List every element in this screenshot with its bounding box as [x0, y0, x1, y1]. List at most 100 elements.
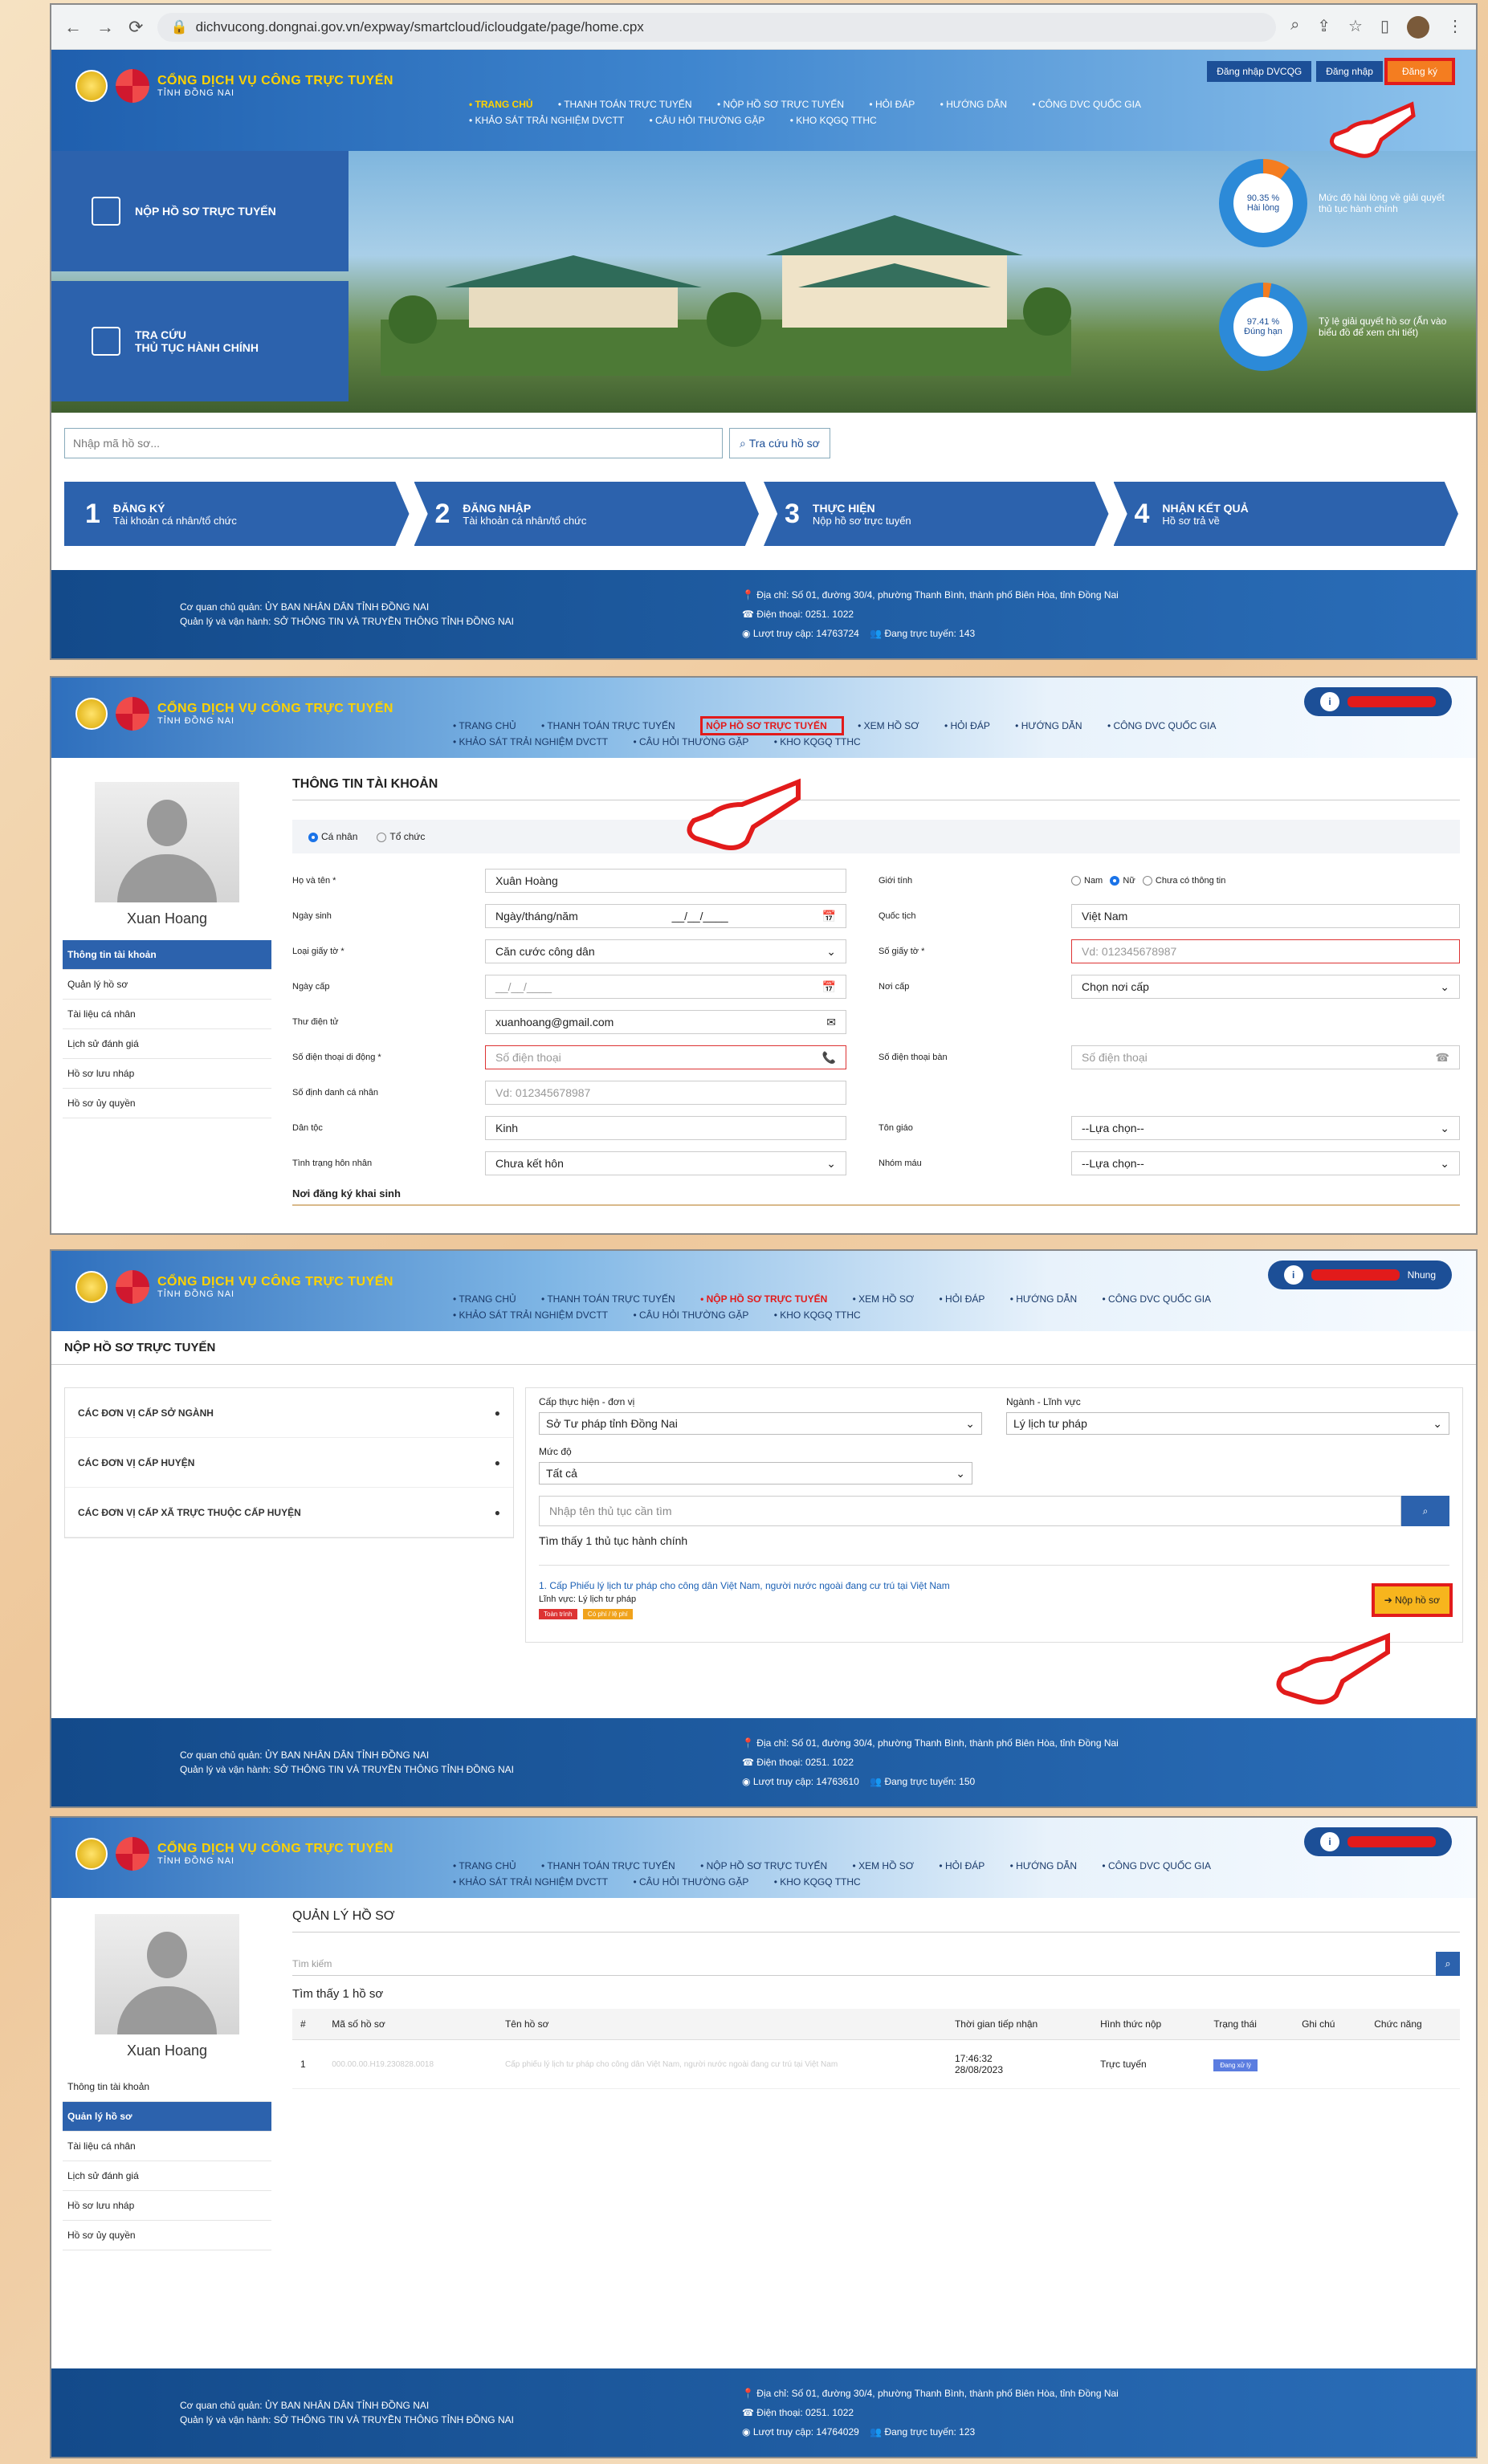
nav-manage-records[interactable]: Quản lý hồ sơ — [63, 970, 271, 1000]
menu-faq[interactable]: • HỎI ĐÁP — [939, 1293, 996, 1305]
resolution-stat[interactable]: 97.41 % Đúng hạn Tỷ lệ giải quyết hồ sơ (… — [1219, 283, 1460, 371]
menu-guide[interactable]: • HƯỚNG DẪN — [1010, 1860, 1088, 1871]
lookup-procedures-tile[interactable]: TRA CỨU THỦ TỤC HÀNH CHÍNH — [51, 281, 349, 401]
nav-manage-records[interactable]: Quản lý hồ sơ — [63, 2102, 271, 2132]
mobile-field[interactable]: Số điện thoại 📞 — [485, 1045, 846, 1069]
menu-questions[interactable]: • CÂU HỎI THƯỜNG GẶP — [633, 1876, 760, 1888]
menu-guide[interactable]: • HƯỚNG DẪN — [940, 99, 1018, 110]
menu-home[interactable]: • TRANG CHỦ — [453, 720, 528, 731]
table-row[interactable]: 1 000.00.00.H19.230828.0018 Cấp phiếu lý… — [292, 2039, 1460, 2089]
nav-documents[interactable]: Tài liệu cá nhân — [63, 2132, 271, 2161]
nationality-field[interactable]: Việt Nam — [1071, 904, 1460, 928]
menu-guide[interactable]: • HƯỚNG DẪN — [1010, 1293, 1088, 1305]
menu-submit[interactable]: • NỘP HỒ SƠ TRỰC TUYẾN — [700, 1293, 838, 1305]
menu-submit[interactable]: NỘP HỒ SƠ TRỰC TUYẾN — [700, 716, 844, 735]
user-menu[interactable]: i Nhung — [1267, 1261, 1452, 1289]
profile-avatar[interactable] — [1407, 15, 1429, 39]
blood-type-select[interactable]: --Lựa chọn-- ⌄ — [1071, 1151, 1460, 1175]
personal-id-field[interactable]: Vd: 012345678987 — [485, 1081, 846, 1105]
org-radio[interactable]: Tổ chức — [377, 831, 425, 842]
user-menu[interactable]: i — [1304, 687, 1452, 716]
menu-payment[interactable]: • THANH TOÁN TRỰC TUYẾN — [541, 1293, 687, 1305]
menu-national[interactable]: • CÔNG DVC QUỐC GIA — [1102, 1293, 1222, 1305]
record-code-input[interactable]: Nhập mã hồ sơ... — [64, 428, 723, 458]
nav-drafts[interactable]: Hồ sơ lưu nháp — [63, 1059, 271, 1089]
menu-results[interactable]: • KHO KQGQ TTHC — [774, 736, 872, 747]
sidepanel-icon[interactable]: ▯ — [1380, 16, 1389, 39]
field-select[interactable]: Lý lịch tư pháp ⌄ — [1006, 1412, 1449, 1435]
menu-guide[interactable]: • HƯỚNG DẪN — [1015, 720, 1093, 731]
site-logo[interactable]: CỔNG DỊCH VỤ CÔNG TRỰC TUYẾN TỈNH ĐỒNG NA… — [75, 1270, 393, 1304]
submit-online-tile[interactable]: NỘP HỒ SƠ TRỰC TUYẾN — [51, 151, 349, 271]
nav-documents[interactable]: Tài liệu cá nhân — [63, 1000, 271, 1029]
degree-select[interactable]: Tất cả ⌄ — [539, 1462, 972, 1485]
menu-national[interactable]: • CÔNG DVC QUỐC GIA — [1107, 720, 1228, 731]
nav-account-info[interactable]: Thông tin tài khoản — [63, 2072, 271, 2102]
id-number-field[interactable]: Vd: 012345678987 — [1071, 939, 1460, 963]
menu-submit[interactable]: • NỘP HỒ SƠ TRỰC TUYẾN — [700, 1860, 838, 1871]
menu-payment[interactable]: • THANH TOÁN TRỰC TUYẾN — [541, 720, 687, 731]
star-icon[interactable]: ☆ — [1348, 16, 1363, 39]
login-button[interactable]: Đăng nhập — [1316, 61, 1383, 82]
menu-survey[interactable]: • KHẢO SÁT TRẢI NGHIỆM DVCTT — [469, 115, 635, 126]
nav-drafts[interactable]: Hồ sơ lưu nháp — [63, 2191, 271, 2221]
unit-commune[interactable]: CÁC ĐƠN VỊ CẤP XÃ TRỰC THUỘC CẤP HUYỆN ● — [65, 1488, 513, 1537]
search-button[interactable]: ⌕ — [1436, 1952, 1460, 1976]
menu-view[interactable]: • XEM HỒ SƠ — [858, 720, 931, 731]
menu-questions[interactable]: • CÂU HỎI THƯỜNG GẶP — [633, 736, 760, 747]
nav-ratings[interactable]: Lịch sử đánh giá — [63, 2161, 271, 2191]
share-icon[interactable]: ⇪ — [1317, 16, 1331, 39]
menu-home[interactable]: • TRANG CHỦ — [453, 1860, 528, 1871]
menu-submit[interactable]: • NỘP HỒ SƠ TRỰC TUYẾN — [717, 99, 855, 110]
submit-record-button[interactable]: ➔ Nộp hồ sơ — [1371, 1582, 1453, 1617]
forward-icon[interactable]: → — [96, 17, 114, 38]
menu-payment[interactable]: • THANH TOÁN TRỰC TUYẾN — [541, 1860, 687, 1871]
address-bar[interactable]: 🔒 dichvucong.dongnai.gov.vn/expway/smart… — [157, 12, 1277, 42]
user-menu[interactable]: i — [1304, 1827, 1452, 1856]
menu-faq[interactable]: • HỎI ĐÁP — [939, 1860, 996, 1871]
landline-field[interactable]: Số điện thoại ☎ — [1071, 1045, 1460, 1069]
menu-faq[interactable]: • HỎI ĐÁP — [944, 720, 1001, 731]
menu-national[interactable]: • CÔNG DVC QUỐC GIA — [1102, 1860, 1222, 1871]
issue-date-field[interactable]: __/__/____ 📅 — [485, 975, 846, 999]
back-icon[interactable]: ← — [64, 17, 82, 38]
issue-place-select[interactable]: Chọn nơi cấp ⌄ — [1071, 975, 1460, 999]
procedure-search-input[interactable]: Nhập tên thủ tục cần tìm — [539, 1496, 1401, 1526]
nav-account-info[interactable]: Thông tin tài khoản — [63, 940, 271, 970]
unit-district[interactable]: CÁC ĐƠN VỊ CẤP HUYỆN ● — [65, 1438, 513, 1488]
marital-select[interactable]: Chưa kết hôn ⌄ — [485, 1151, 846, 1175]
menu-payment[interactable]: • THANH TOÁN TRỰC TUYẾN — [558, 99, 703, 110]
menu-questions[interactable]: • CÂU HỎI THƯỜNG GẶP — [633, 1309, 760, 1321]
site-logo[interactable]: CỔNG DỊCH VỤ CÔNG TRỰC TUYẾN TỈNH ĐỒNG NA… — [75, 697, 393, 731]
menu-view[interactable]: • XEM HỒ SƠ — [853, 1860, 926, 1871]
id-type-select[interactable]: Căn cước công dân ⌄ — [485, 939, 846, 963]
level-select[interactable]: Sở Tư pháp tỉnh Đồng Nai ⌄ — [539, 1412, 982, 1435]
personal-radio[interactable]: Cá nhân — [308, 831, 357, 842]
procedure-link[interactable]: 1. Cấp Phiếu lý lịch tư pháp cho công dâ… — [539, 1580, 950, 1591]
register-button[interactable]: Đăng ký — [1384, 58, 1456, 85]
menu-home[interactable]: • TRANG CHỦ — [453, 1293, 528, 1305]
gender-options[interactable]: Nam Nữ Chưa có thông tin — [1071, 876, 1225, 886]
zoom-icon[interactable]: ⌕ — [1290, 16, 1299, 39]
lookup-button[interactable]: ⌕ Tra cứu hồ sơ — [729, 428, 830, 458]
site-logo[interactable]: CỔNG DỊCH VỤ CÔNG TRỰC TUYẾN TỈNH ĐỒNG N… — [75, 69, 393, 103]
fullname-field[interactable]: Xuân Hoàng — [485, 869, 846, 893]
menu-icon[interactable]: ⋮ — [1447, 16, 1463, 39]
menu-survey[interactable]: • KHẢO SÁT TRẢI NGHIỆM DVCTT — [453, 1309, 619, 1321]
nav-ratings[interactable]: Lịch sử đánh giá — [63, 1029, 271, 1059]
nav-delegated[interactable]: Hồ sơ ủy quyền — [63, 2221, 271, 2250]
menu-results[interactable]: • KHO KQGQ TTHC — [790, 115, 888, 126]
resolution-donut[interactable]: 97.41 % Đúng hạn — [1219, 283, 1307, 371]
nav-delegated[interactable]: Hồ sơ ủy quyền — [63, 1089, 271, 1118]
search-button[interactable]: ⌕ — [1401, 1496, 1449, 1526]
reload-icon[interactable]: ⟳ — [128, 17, 143, 38]
religion-select[interactable]: --Lựa chọn-- ⌄ — [1071, 1116, 1460, 1140]
menu-national[interactable]: • CÔNG DVC QUỐC GIA — [1032, 99, 1152, 110]
menu-survey[interactable]: • KHẢO SÁT TRẢI NGHIỆM DVCTT — [453, 736, 619, 747]
menu-faq[interactable]: • HỎI ĐÁP — [869, 99, 926, 110]
records-search-input[interactable]: Tìm kiếm — [292, 1952, 1436, 1976]
login-dvcqg-button[interactable]: Đăng nhập DVCQG — [1207, 61, 1312, 82]
ethnicity-field[interactable]: Kinh — [485, 1116, 846, 1140]
menu-results[interactable]: • KHO KQGQ TTHC — [774, 1309, 872, 1321]
satisfaction-stat[interactable]: 90.35 % Hài lòng Mức độ hài lòng về giải … — [1219, 159, 1460, 247]
